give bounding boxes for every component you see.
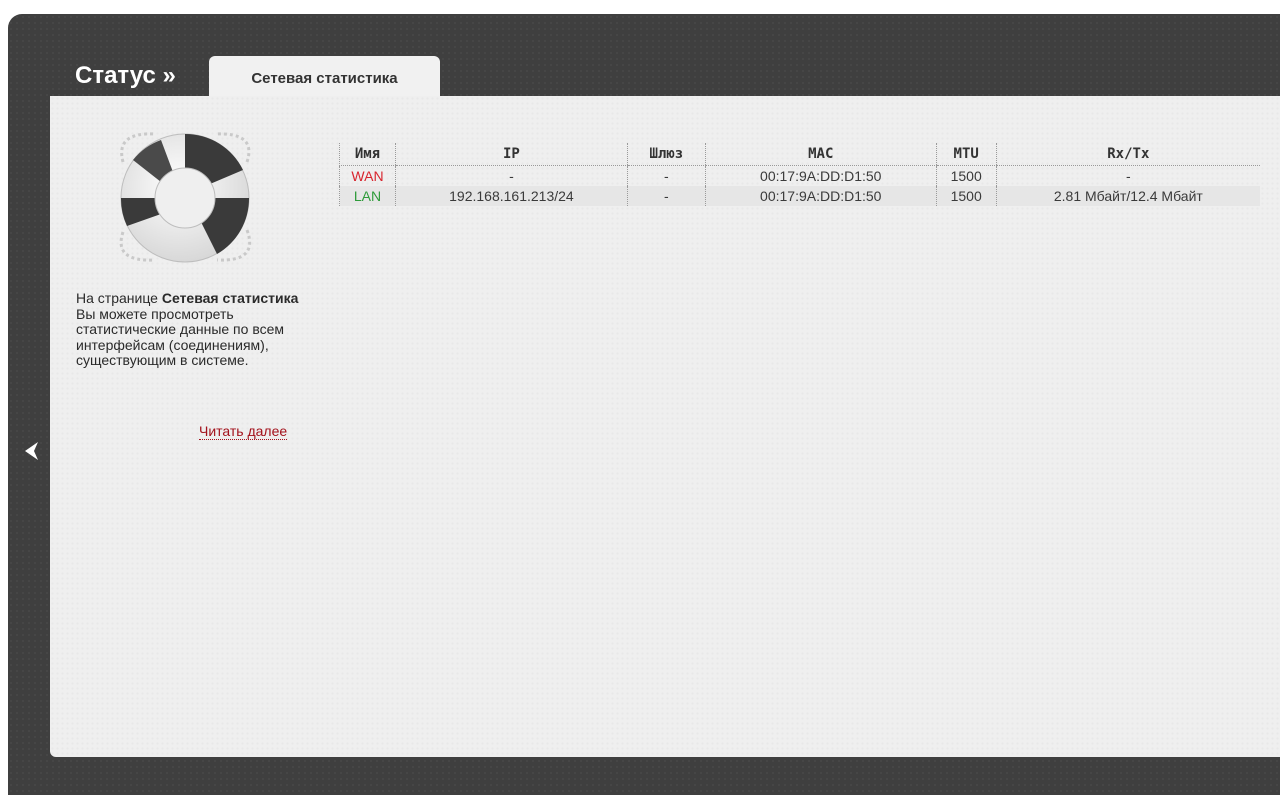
interface-mac: 00:17:9A:DD:D1:50 [704,186,937,206]
help-text: На странице Сетевая статистика Вы можете… [76,290,301,369]
help-bold-title: Сетевая статистика [161,290,299,306]
lifebuoy-icon [119,132,252,263]
column-header-mac[interactable]: MAC [704,143,937,166]
interface-gateway: - [626,165,706,186]
interface-ip: 192.168.161.213/24 [394,186,628,206]
interface-rxtx: - [995,165,1260,186]
table-header-row: Имя IP Шлюз MAC MTU Rx/Tx [339,143,1260,166]
help-prefix: На странице [76,290,162,306]
interface-mtu: 1500 [935,165,997,186]
tab-network-statistics[interactable]: Сетевая статистика [209,56,440,97]
help-suffix: Вы можете просмотреть статистические дан… [76,305,285,368]
interface-gateway: - [626,186,706,206]
interface-mac: 00:17:9A:DD:D1:50 [704,165,937,186]
column-header-gateway[interactable]: Шлюз [626,143,706,166]
page-title[interactable]: Статус » [75,62,176,90]
table-row[interactable]: LAN 192.168.161.213/24 - 00:17:9A:DD:D1:… [339,186,1260,206]
network-stats-table: Имя IP Шлюз MAC MTU Rx/Tx WAN - - 00:17:… [339,143,1260,206]
column-header-name[interactable]: Имя [339,143,396,166]
interface-ip: - [394,165,628,186]
interface-name: LAN [339,186,396,206]
interface-name: WAN [339,165,396,186]
read-more-link[interactable]: Читать далее [199,423,288,440]
column-header-rxtx[interactable]: Rx/Tx [995,143,1260,166]
interface-mtu: 1500 [935,186,997,206]
column-header-mtu[interactable]: MTU [935,143,997,166]
column-header-ip[interactable]: IP [394,143,628,166]
table-row[interactable]: WAN - - 00:17:9A:DD:D1:50 1500 - [339,165,1260,186]
chevron-left-icon[interactable] [22,440,42,462]
interface-rxtx: 2.81 Мбайт/12.4 Мбайт [995,186,1260,206]
